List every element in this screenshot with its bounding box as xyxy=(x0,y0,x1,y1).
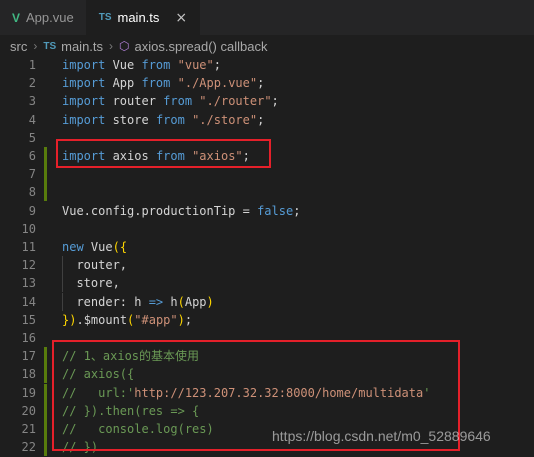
line-number: 14 xyxy=(21,294,36,309)
git-modified-gutter-mark xyxy=(44,420,47,438)
code-line[interactable]: 15 }).$mount("#app"); xyxy=(0,311,534,329)
code-line[interactable]: 13 store, xyxy=(0,274,534,293)
line-number: 7 xyxy=(28,167,36,182)
tab-bar-empty xyxy=(200,0,534,35)
line-number: 1 xyxy=(28,58,36,72)
code-line[interactable]: 8 xyxy=(0,183,534,202)
git-modified-gutter-mark xyxy=(44,183,47,202)
code-line[interactable]: 14 render: h => h(App) xyxy=(0,292,534,311)
code-line[interactable]: 10 xyxy=(0,220,534,238)
code-line[interactable]: 2 import App from "./App.vue"; xyxy=(0,74,534,92)
line-number: 21 xyxy=(21,422,36,436)
git-modified-gutter-mark xyxy=(44,165,47,184)
chevron-right-icon: › xyxy=(109,39,114,53)
line-number: 10 xyxy=(21,221,36,236)
code-text: import Vue from "vue"; xyxy=(62,58,221,72)
line-number: 6 xyxy=(28,149,36,163)
typescript-file-icon: TS xyxy=(43,40,57,52)
code-line[interactable]: 3 import router from "./router"; xyxy=(0,92,534,110)
line-number: 16 xyxy=(21,331,36,345)
line-number: 20 xyxy=(21,403,36,418)
vue-file-icon: V xyxy=(12,10,21,25)
code-text: router, xyxy=(62,258,128,273)
typescript-file-icon: TS xyxy=(98,12,112,23)
line-number: 8 xyxy=(28,185,36,200)
code-text: import App from "./App.vue"; xyxy=(62,76,265,91)
tab-label: App.vue xyxy=(26,10,74,25)
line-number: 17 xyxy=(21,349,36,364)
breadcrumb: src › TS main.ts › ⬡ axios.spread() call… xyxy=(0,35,534,57)
code-text: import router from "./router"; xyxy=(62,94,279,109)
code-line[interactable]: 9 Vue.config.productionTip = false; xyxy=(0,202,534,220)
tab-main-ts[interactable]: TS main.ts × xyxy=(86,0,201,35)
git-modified-gutter-mark xyxy=(44,438,47,457)
code-line[interactable]: 11 new Vue({ xyxy=(0,238,534,256)
line-number: 4 xyxy=(28,112,36,127)
line-number: 13 xyxy=(21,276,36,291)
breadcrumb-folder[interactable]: src xyxy=(10,39,27,54)
code-line[interactable]: 12 router, xyxy=(0,256,534,275)
symbol-method-icon: ⬡ xyxy=(119,39,130,53)
code-text: new Vue({ xyxy=(62,240,128,254)
line-number: 18 xyxy=(21,367,36,382)
code-text: render: h => h(App) xyxy=(62,294,214,309)
git-modified-gutter-mark xyxy=(44,147,47,165)
close-icon[interactable]: × xyxy=(175,10,187,26)
code-text: Vue.config.productionTip = false; xyxy=(62,203,301,218)
line-number: 2 xyxy=(28,76,36,91)
highlight-box-import xyxy=(56,139,271,168)
code-text: store, xyxy=(62,276,120,291)
code-text: }).$mount("#app"); xyxy=(62,312,193,327)
line-number: 12 xyxy=(21,258,36,273)
chevron-right-icon: › xyxy=(33,39,38,53)
line-number: 15 xyxy=(21,312,36,327)
line-number: 11 xyxy=(21,240,36,254)
git-modified-gutter-mark xyxy=(44,383,47,402)
git-modified-gutter-mark xyxy=(44,365,47,384)
tab-label: main.ts xyxy=(117,10,160,25)
line-number: 5 xyxy=(28,130,36,145)
tab-app-vue[interactable]: V App.vue xyxy=(0,0,87,35)
code-line[interactable]: 1 import Vue from "vue"; xyxy=(0,56,534,74)
breadcrumb-file[interactable]: main.ts xyxy=(61,39,103,54)
line-number: 3 xyxy=(28,94,36,109)
tab-bar: V App.vue TS main.ts × xyxy=(0,0,534,35)
code-text: import store from "./store"; xyxy=(62,112,265,127)
code-line[interactable]: 4 import store from "./store"; xyxy=(0,111,534,129)
watermark: https://blog.csdn.net/m0_52889646 xyxy=(272,428,491,444)
line-number: 22 xyxy=(21,440,36,455)
git-modified-gutter-mark xyxy=(44,401,47,420)
breadcrumb-symbol[interactable]: axios.spread() callback xyxy=(135,39,268,54)
line-number: 9 xyxy=(28,203,36,218)
git-modified-gutter-mark xyxy=(44,347,47,366)
line-number: 19 xyxy=(21,385,36,400)
